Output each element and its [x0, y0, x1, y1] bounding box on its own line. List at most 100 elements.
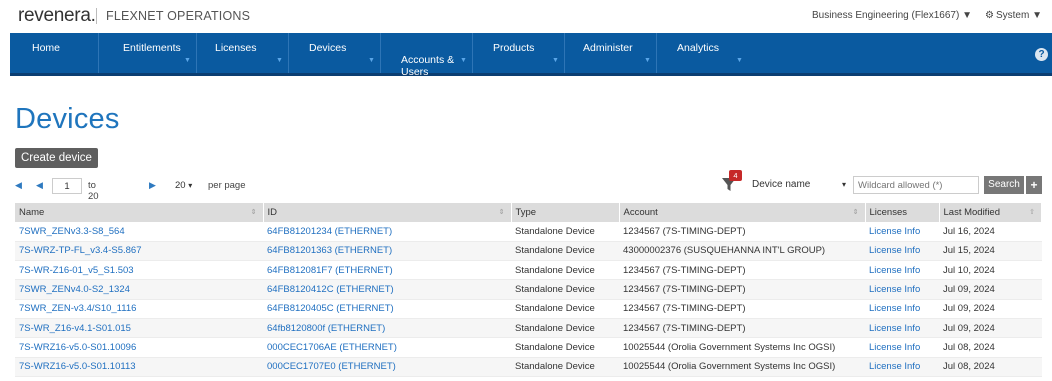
main-nav: Home Entitlements ▼ Licenses ▼ Devices ▼… — [10, 33, 1052, 78]
gear-icon: ⚙ — [985, 10, 994, 21]
device-name-link[interactable]: 7SWR_ZENv4.0-S2_1324 — [15, 279, 263, 300]
device-id-link[interactable]: 000CEC1707E0 (ETHERNET) — [263, 357, 511, 377]
table-header-row: Name ⇕ ID ⇕ Type Account ⇕ Licenses Last Mo… — [15, 203, 1042, 222]
last-modified: Jul 09, 2024 — [939, 279, 1042, 300]
column-label: ID — [267, 207, 278, 218]
chevron-down-icon: ▼ — [644, 57, 651, 64]
first-page-icon[interactable]: ◀︎ — [15, 180, 22, 191]
sort-up-icon[interactable]: ⇧ — [1029, 208, 1035, 216]
logo-divider — [96, 8, 97, 24]
device-account: 1234567 (7S-TIMING-DEPT) — [619, 279, 865, 300]
column-header-account[interactable]: Account ⇕ — [619, 203, 866, 222]
device-id-link[interactable]: 64FB8120412C (ETHERNET) — [263, 279, 511, 300]
nav-entitlements[interactable]: Entitlements ▼ — [98, 33, 196, 73]
nav-accounts-users[interactable]: Accounts & Users ▼ — [380, 33, 472, 78]
license-info-link[interactable]: License Info — [865, 260, 939, 281]
device-type: Standalone Device — [511, 279, 619, 300]
next-page-icon[interactable]: ▶ — [149, 180, 156, 191]
license-info-link[interactable]: License Info — [865, 222, 939, 242]
column-header-type[interactable]: Type — [511, 203, 620, 222]
column-label: Account — [623, 207, 658, 218]
device-name-link[interactable]: 7S-WRZ16-v5.0-S01.10096 — [15, 337, 263, 358]
device-id-link[interactable]: 64FB81201363 (ETHERNET) — [263, 241, 511, 262]
column-label: Name — [19, 207, 45, 218]
license-info-link[interactable]: License Info — [865, 241, 939, 262]
search-field-select[interactable]: Device name ▾ — [748, 177, 848, 193]
nav-analytics[interactable]: Analytics ▼ — [656, 33, 748, 73]
system-menu[interactable]: ⚙ System ▼ — [985, 10, 1042, 21]
last-modified: Jul 08, 2024 — [939, 357, 1042, 377]
nav-label: Analytics — [677, 42, 720, 54]
chevron-down-icon: ▼ — [184, 57, 191, 64]
device-name-link[interactable]: 7S-WRZ16-v5.0-S01.10113 — [15, 357, 263, 377]
device-name-link[interactable]: 7S-WR-Z16-01_v5_S1.503 — [15, 260, 263, 281]
device-name-link[interactable]: 7SWR_ZENv3.3-S8_564 — [15, 222, 263, 242]
device-type: Standalone Device — [511, 241, 619, 262]
device-name-link[interactable]: 7S-WRZ-TP-FL_v3.4-S5.867 — [15, 241, 263, 262]
device-type: Standalone Device — [511, 299, 619, 319]
device-type: Standalone Device — [511, 260, 619, 281]
nav-label: Licenses — [215, 42, 257, 54]
page-title: Devices — [15, 103, 120, 135]
nav-devices[interactable]: Devices ▼ — [288, 33, 380, 73]
column-header-id[interactable]: ID ⇕ — [263, 203, 512, 222]
device-account: 1234567 (7S-TIMING-DEPT) — [619, 222, 865, 242]
last-modified: Jul 16, 2024 — [939, 222, 1042, 242]
nav-products[interactable]: Products ▼ — [472, 33, 564, 73]
nav-label: Home — [32, 42, 61, 54]
license-info-link[interactable]: License Info — [865, 318, 939, 339]
device-id-link[interactable]: 64FB8120405C (ETHERNET) — [263, 299, 511, 319]
per-page-value: 20 — [175, 180, 186, 191]
last-modified: Jul 09, 2024 — [939, 318, 1042, 339]
nav-label: Devices — [309, 42, 347, 54]
device-type: Standalone Device — [511, 318, 619, 339]
sort-icon[interactable]: ⇕ — [251, 208, 257, 216]
column-label: Type — [515, 207, 537, 218]
last-modified: Jul 15, 2024 — [939, 241, 1042, 262]
column-header-last-modified[interactable]: Last Modified ⇧ — [939, 203, 1042, 222]
license-info-link[interactable]: License Info — [865, 299, 939, 319]
nav-administer[interactable]: Administer ▼ — [564, 33, 656, 73]
device-id-link[interactable]: 64FB81201234 (ETHERNET) — [263, 222, 511, 242]
devices-table: Name ⇕ ID ⇕ Type Account ⇕ Licenses Last Mo… — [15, 203, 1042, 377]
organization-switcher[interactable]: Business Engineering (Flex1667) ▼ — [812, 10, 972, 21]
device-type: Standalone Device — [511, 337, 619, 358]
search-input[interactable] — [853, 176, 979, 194]
license-info-link[interactable]: License Info — [865, 337, 939, 358]
chevron-down-icon: ▾ — [841, 180, 846, 189]
license-info-link[interactable]: License Info — [865, 357, 939, 377]
table-row: 7S-WR-Z16-01_v5_S1.503 64FB812081F7 (ETH… — [15, 260, 1042, 281]
search-button[interactable]: Search — [984, 176, 1024, 194]
device-id-link[interactable]: 64FB812081F7 (ETHERNET) — [263, 260, 511, 281]
nav-licenses[interactable]: Licenses ▼ — [196, 33, 288, 73]
device-account: 10025544 (Orolia Government Systems Inc … — [619, 337, 865, 358]
column-label: Last Modified — [943, 207, 1001, 218]
table-row: 7SWR_ZENv3.3-S8_564 64FB81201234 (ETHERN… — [15, 222, 1042, 242]
sort-icon[interactable]: ⇕ — [853, 208, 859, 216]
device-account: 1234567 (7S-TIMING-DEPT) — [619, 260, 865, 281]
device-account: 1234567 (7S-TIMING-DEPT) — [619, 318, 865, 339]
device-id-link[interactable]: 000CEC1706AE (ETHERNET) — [263, 337, 511, 358]
create-device-button[interactable]: Create device — [15, 148, 98, 168]
search-field-value: Device name — [752, 179, 811, 190]
brand-logo[interactable]: revenera. — [18, 5, 96, 27]
last-modified: Jul 08, 2024 — [939, 337, 1042, 358]
help-icon[interactable]: ? — [1035, 48, 1048, 61]
add-filter-button[interactable]: + — [1026, 176, 1042, 194]
system-menu-label: System ▼ — [995, 10, 1042, 21]
nav-label: Accounts & Users — [401, 54, 455, 78]
device-id-link[interactable]: 64fb8120800f (ETHERNET) — [263, 318, 511, 339]
device-name-link[interactable]: 7SWR_ZEN-v3.4/S10_1116 — [15, 299, 263, 319]
device-type: Standalone Device — [511, 357, 619, 377]
license-info-link[interactable]: License Info — [865, 279, 939, 300]
nav-home[interactable]: Home — [32, 33, 60, 73]
nav-label: Products — [493, 42, 535, 54]
device-name-link[interactable]: 7S-WR_Z16-v4.1-S01.015 — [15, 318, 263, 339]
column-header-name[interactable]: Name ⇕ — [15, 203, 264, 222]
device-account: 43000002376 (SUSQUEHANNA INT'L GROUP) — [619, 241, 865, 262]
per-page-select[interactable]: 20 ▾ — [172, 178, 206, 194]
page-number-input[interactable] — [52, 178, 82, 194]
sort-icon[interactable]: ⇕ — [499, 208, 505, 216]
previous-page-icon[interactable]: ◀ — [36, 180, 43, 191]
table-row: 7S-WRZ-TP-FL_v3.4-S5.867 64FB81201363 (E… — [15, 241, 1042, 262]
